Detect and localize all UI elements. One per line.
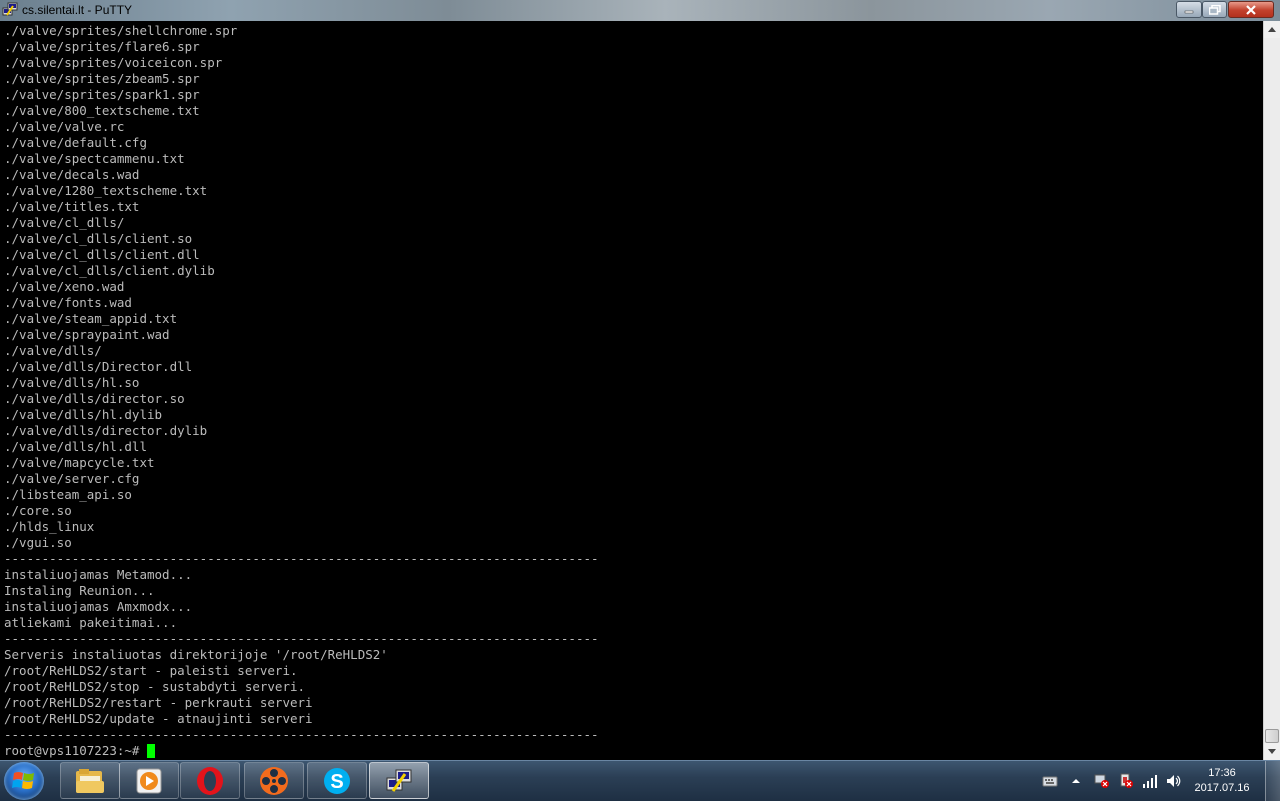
terminal-line: ./valve/steam_appid.txt [4, 311, 178, 326]
maximize-icon [1208, 4, 1221, 15]
taskbar-app-putty[interactable] [369, 762, 429, 799]
terminal-line: ./valve/valve.rc [4, 119, 125, 134]
terminal-cursor [147, 744, 156, 758]
terminal-line: ./valve/spraypaint.wad [4, 327, 170, 342]
terminal-prompt-line[interactable]: root@vps1107223:~# [4, 743, 599, 759]
signal-icon[interactable] [1142, 773, 1158, 789]
terminal-line: /root/ReHLDS2/start - paleisti serveri. [4, 663, 298, 678]
window-title-bar[interactable]: cs.silentai.lt - PuTTY [0, 0, 1280, 21]
maximize-button[interactable] [1202, 1, 1227, 18]
scroll-up-button[interactable] [1264, 21, 1280, 38]
clock[interactable]: 17:36 2017.07.16 [1192, 766, 1252, 796]
terminal-line: ./vgui.so [4, 535, 72, 550]
terminal-line: Serveris instaliuotas direktorijoje '/ro… [4, 647, 388, 662]
taskbar-app-opera[interactable] [180, 762, 240, 799]
start-button[interactable] [4, 762, 44, 800]
taskbar-app-explorer[interactable] [60, 762, 120, 799]
terminal-line: ./hlds_linux [4, 519, 95, 534]
terminal-line: ./valve/dlls/hl.dll [4, 439, 147, 454]
network-error-icon[interactable] [1094, 773, 1110, 789]
scroll-down-button[interactable] [1264, 743, 1280, 760]
terminal-line: ./valve/mapcycle.txt [4, 455, 155, 470]
terminal-line: ./valve/dlls/ [4, 343, 102, 358]
terminal-line: /root/ReHLDS2/restart - perkrauti server… [4, 695, 313, 710]
terminal-line: ./valve/titles.txt [4, 199, 140, 214]
show-desktop-button[interactable] [1265, 761, 1280, 801]
close-icon [1246, 4, 1256, 15]
terminal-line: ./valve/sprites/flare6.spr [4, 39, 200, 54]
putty-icon [2, 2, 18, 16]
terminal-line: ./valve/spectcammenu.txt [4, 151, 185, 166]
terminal-window[interactable]: ./valve/sprites/shellchrome.spr ./valve/s… [0, 21, 1263, 760]
windows-start-icon [12, 772, 34, 789]
terminal-line: instaliuojamas Amxmodx... [4, 599, 193, 614]
svg-text:S: S [330, 771, 343, 793]
taskbar-app-media-center[interactable] [244, 762, 304, 799]
clock-date: 2017.07.16 [1194, 782, 1250, 794]
terminal-line: ./valve/cl_dlls/ [4, 215, 125, 230]
vertical-scrollbar[interactable] [1263, 21, 1280, 760]
terminal-line: instaliuojamas Metamod... [4, 567, 193, 582]
terminal-line: ./valve/sprites/shellchrome.spr [4, 23, 238, 38]
terminal-line: ./valve/xeno.wad [4, 279, 125, 294]
close-button[interactable] [1228, 1, 1274, 18]
clock-time: 17:36 [1208, 767, 1236, 779]
terminal-line: atliekami pakeitimai... [4, 615, 178, 630]
putty-icon [386, 769, 412, 792]
minimize-button[interactable] [1176, 1, 1202, 18]
opera-icon [197, 766, 223, 795]
terminal-line: ./valve/cl_dlls/client.dylib [4, 263, 215, 278]
volume-icon[interactable] [1166, 773, 1182, 789]
show-hidden-icons-chevron[interactable] [1068, 773, 1084, 789]
terminal-line: Instaling Reunion... [4, 583, 155, 598]
terminal-line: ./core.so [4, 503, 72, 518]
arrow-up-icon [1268, 27, 1276, 32]
power-error-icon[interactable] [1118, 773, 1134, 789]
terminal-line: ./valve/sprites/spark1.spr [4, 87, 200, 102]
terminal-output: ./valve/sprites/shellchrome.spr ./valve/s… [4, 23, 599, 759]
window-title: cs.silentai.lt - PuTTY [22, 3, 133, 17]
terminal-line: ./valve/default.cfg [4, 135, 147, 150]
terminal-line: ----------------------------------------… [4, 631, 599, 646]
terminal-line: ./valve/dlls/director.dylib [4, 423, 208, 438]
terminal-line: ./valve/sprites/zbeam5.spr [4, 71, 200, 86]
taskbar: S 17:36 2017.07.16 [0, 760, 1280, 801]
terminal-line: /root/ReHLDS2/stop - sustabdyti serveri. [4, 679, 306, 694]
scrollbar-thumb[interactable] [1265, 729, 1279, 743]
terminal-line: ./libsteam_api.so [4, 487, 132, 502]
minimize-icon [1184, 10, 1194, 13]
terminal-line: ./valve/cl_dlls/client.so [4, 231, 193, 246]
media-player-icon [136, 768, 162, 793]
folder-icon [76, 768, 104, 793]
terminal-line: ----------------------------------------… [4, 727, 599, 742]
keyboard-icon[interactable] [1042, 773, 1058, 789]
terminal-line: ./valve/dlls/Director.dll [4, 359, 193, 374]
terminal-line: ./valve/server.cfg [4, 471, 140, 486]
terminal-line: ./valve/sprites/voiceicon.spr [4, 55, 223, 70]
terminal-line: ./valve/dlls/hl.dylib [4, 407, 163, 422]
terminal-line: /root/ReHLDS2/update - atnaujinti server… [4, 711, 313, 726]
terminal-prompt: root@vps1107223:~# [4, 743, 140, 758]
terminal-line: ./valve/dlls/hl.so [4, 375, 140, 390]
terminal-line: ./valve/dlls/director.so [4, 391, 185, 406]
taskbar-app-media-player[interactable] [119, 762, 179, 799]
taskbar-app-skype[interactable]: S [307, 762, 367, 799]
terminal-line: ./valve/decals.wad [4, 167, 140, 182]
skype-icon: S [324, 767, 350, 794]
system-tray: 17:36 2017.07.16 [1030, 761, 1280, 801]
terminal-line: ./valve/cl_dlls/client.dll [4, 247, 200, 262]
terminal-line: ./valve/800_textscheme.txt [4, 103, 200, 118]
terminal-line: ----------------------------------------… [4, 551, 599, 566]
terminal-line: ./valve/1280_textscheme.txt [4, 183, 208, 198]
film-reel-icon [260, 766, 288, 795]
terminal-line: ./valve/fonts.wad [4, 295, 132, 310]
arrow-down-icon [1268, 749, 1276, 754]
